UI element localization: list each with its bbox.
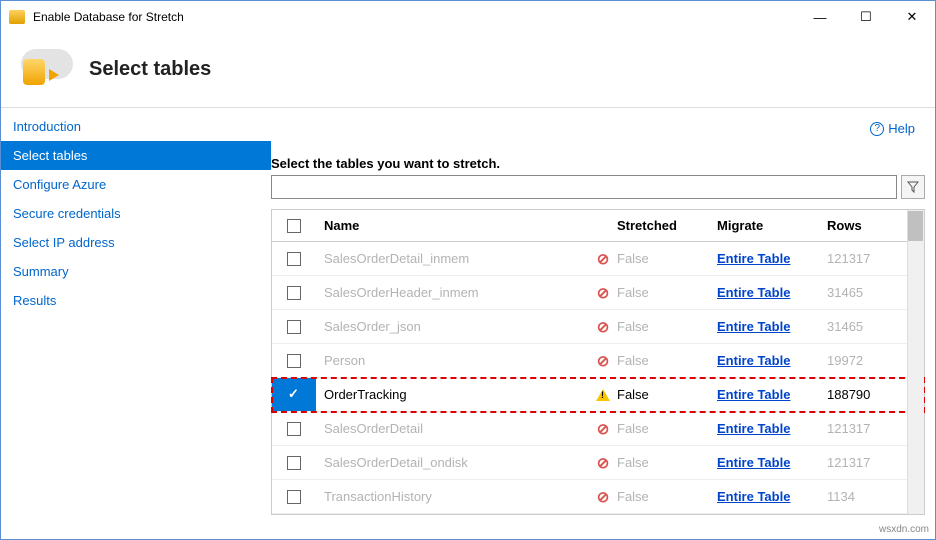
app-icon	[9, 10, 25, 24]
cell-rows: 188790	[827, 387, 907, 402]
wizard-sidebar: IntroductionSelect tablesConfigure Azure…	[1, 108, 271, 536]
migrate-link[interactable]: Entire Table	[717, 455, 790, 470]
blocked-icon: ⊘	[597, 454, 610, 472]
table-row[interactable]: Person ⊘ FalseEntire Table 19972	[272, 344, 924, 378]
warning-icon	[596, 389, 610, 401]
row-checkbox[interactable]	[287, 388, 301, 402]
migrate-link[interactable]: Entire Table	[717, 285, 790, 300]
col-header-name[interactable]: Name	[316, 218, 589, 233]
migrate-link[interactable]: Entire Table	[717, 251, 790, 266]
table-row[interactable]: TransactionHistory ⊘ FalseEntire Table 1134	[272, 480, 924, 514]
table-row[interactable]: SalesOrderHeader_inmem ⊘ FalseEntire Table…	[272, 276, 924, 310]
row-checkbox[interactable]	[287, 320, 301, 334]
titlebar: Enable Database for Stretch — ☐ ✕	[1, 1, 935, 33]
cell-name: Person	[316, 353, 589, 368]
watermark: wsxdn.com	[879, 524, 929, 535]
cell-name: SalesOrderDetail_ondisk	[316, 455, 589, 470]
cell-rows: 121317	[827, 421, 907, 436]
table-row[interactable]: SalesOrderDetail_inmem ⊘ FalseEntire Table…	[272, 242, 924, 276]
cell-name: OrderTracking	[316, 387, 589, 402]
window-title: Enable Database for Stretch	[33, 10, 184, 24]
cell-rows: 19972	[827, 353, 907, 368]
page-title: Select tables	[89, 58, 211, 81]
page-header: Select tables	[1, 33, 935, 108]
maximize-button[interactable]: ☐	[843, 2, 889, 32]
migrate-link[interactable]: Entire Table	[717, 353, 790, 368]
select-all-checkbox[interactable]	[287, 219, 301, 233]
cell-stretched: False	[617, 421, 717, 436]
sidebar-item-introduction[interactable]: Introduction	[1, 112, 271, 141]
cell-stretched: False	[617, 455, 717, 470]
cell-stretched: False	[617, 489, 717, 504]
cell-rows: 121317	[827, 455, 907, 470]
cell-name: SalesOrderHeader_inmem	[316, 285, 589, 300]
sidebar-item-secure-credentials[interactable]: Secure credentials	[1, 199, 271, 228]
row-checkbox[interactable]	[287, 422, 301, 436]
funnel-icon	[907, 181, 919, 193]
row-checkbox[interactable]	[287, 456, 301, 470]
cell-rows: 31465	[827, 319, 907, 334]
table-row[interactable]: OrderTracking FalseEntire Table 188790	[272, 378, 924, 412]
search-input[interactable]	[271, 175, 897, 199]
blocked-icon: ⊘	[597, 352, 610, 370]
sidebar-item-summary[interactable]: Summary	[1, 257, 271, 286]
cell-name: SalesOrderDetail_inmem	[316, 251, 589, 266]
table-row[interactable]: SalesOrderDetail ⊘ FalseEntire Table 121317	[272, 412, 924, 446]
minimize-button[interactable]: —	[797, 2, 843, 32]
help-icon: ?	[870, 122, 884, 136]
blocked-icon: ⊘	[597, 488, 610, 506]
cell-stretched: False	[617, 353, 717, 368]
sidebar-item-results[interactable]: Results	[1, 286, 271, 315]
cell-stretched: False	[617, 251, 717, 266]
cell-rows: 121317	[827, 251, 907, 266]
migrate-link[interactable]: Entire Table	[717, 489, 790, 504]
instruction-text: Select the tables you want to stretch.	[271, 156, 925, 171]
cell-rows: 1134	[827, 489, 907, 504]
table-row[interactable]: SalesOrder_json ⊘ FalseEntire Table 31465	[272, 310, 924, 344]
sidebar-item-configure-azure[interactable]: Configure Azure	[1, 170, 271, 199]
cell-stretched: False	[617, 387, 717, 402]
close-button[interactable]: ✕	[889, 2, 935, 32]
cell-name: SalesOrderDetail	[316, 421, 589, 436]
blocked-icon: ⊘	[597, 250, 610, 268]
help-link[interactable]: ? Help	[870, 121, 915, 136]
cell-name: TransactionHistory	[316, 489, 589, 504]
sidebar-item-select-ip-address[interactable]: Select IP address	[1, 228, 271, 257]
cell-stretched: False	[617, 319, 717, 334]
table-row[interactable]: SalesOrderDetail_ondisk ⊘ FalseEntire Tabl…	[272, 446, 924, 480]
migrate-link[interactable]: Entire Table	[717, 421, 790, 436]
cell-rows: 31465	[827, 285, 907, 300]
blocked-icon: ⊘	[597, 284, 610, 302]
row-checkbox[interactable]	[287, 490, 301, 504]
scroll-thumb[interactable]	[908, 211, 923, 241]
table-header-row: Name Stretched Migrate Rows	[272, 210, 924, 242]
cell-stretched: False	[617, 285, 717, 300]
cell-name: SalesOrder_json	[316, 319, 589, 334]
col-header-stretched[interactable]: Stretched	[617, 218, 717, 233]
migrate-link[interactable]: Entire Table	[717, 319, 790, 334]
row-checkbox[interactable]	[287, 354, 301, 368]
blocked-icon: ⊘	[597, 318, 610, 336]
col-header-migrate[interactable]: Migrate	[717, 218, 827, 233]
row-checkbox[interactable]	[287, 286, 301, 300]
blocked-icon: ⊘	[597, 420, 610, 438]
col-header-rows[interactable]: Rows	[827, 218, 907, 233]
stretch-db-icon	[19, 47, 73, 91]
help-label: Help	[888, 121, 915, 136]
vertical-scrollbar[interactable]	[907, 210, 924, 514]
row-checkbox[interactable]	[287, 252, 301, 266]
main-panel: ? Help Select the tables you want to str…	[271, 108, 935, 536]
window-buttons: — ☐ ✕	[797, 2, 935, 32]
migrate-link[interactable]: Entire Table	[717, 387, 790, 402]
tables-grid: Name Stretched Migrate Rows SalesOrderDe…	[271, 209, 925, 515]
sidebar-item-select-tables[interactable]: Select tables	[1, 141, 271, 170]
filter-button[interactable]	[901, 175, 925, 199]
